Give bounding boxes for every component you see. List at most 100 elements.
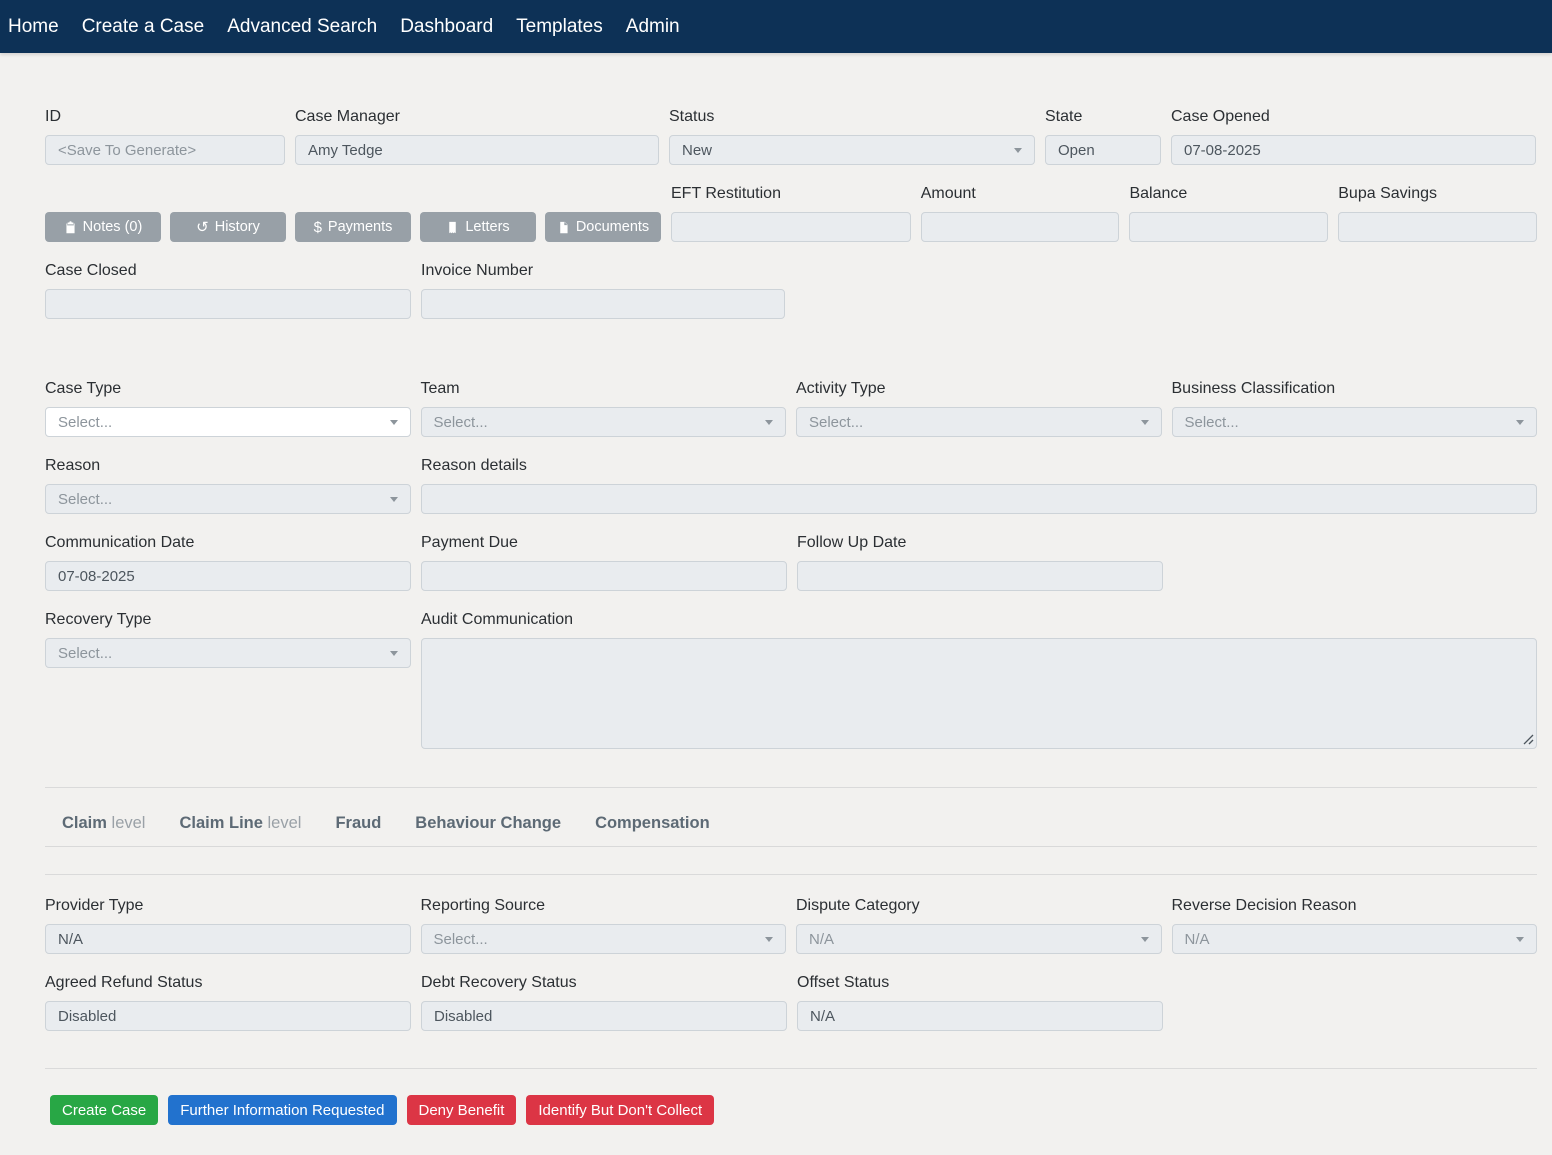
letters-button-label: Letters [465, 219, 509, 235]
deny-benefit-button[interactable]: Deny Benefit [407, 1095, 517, 1125]
history-button[interactable]: ↺ History [170, 212, 286, 242]
field-case-manager: Case Manager [295, 108, 659, 165]
activity-type-label: Activity Type [796, 380, 1162, 398]
letters-button[interactable]: Letters [420, 212, 536, 242]
invoice-number-input[interactable] [421, 289, 785, 319]
tab-claim-level[interactable]: Claim level [62, 814, 145, 833]
team-select[interactable]: Select... [421, 407, 787, 437]
identify-but-dont-collect-button[interactable]: Identify But Don't Collect [526, 1095, 714, 1125]
reason-details-label: Reason details [421, 457, 1537, 475]
history-icon: ↺ [196, 220, 209, 235]
id-input[interactable] [45, 135, 285, 165]
chevron-down-icon [390, 420, 398, 425]
case-type-label: Case Type [45, 380, 411, 398]
payment-due-input[interactable] [421, 561, 787, 591]
amount-input[interactable] [921, 212, 1120, 242]
reporting-source-select[interactable]: Select... [421, 924, 787, 954]
activity-type-select[interactable]: Select... [796, 407, 1162, 437]
case-opened-input[interactable] [1171, 135, 1536, 165]
case-closed-input[interactable] [45, 289, 411, 319]
case-manager-label: Case Manager [295, 108, 659, 126]
bupa-savings-label: Bupa Savings [1338, 185, 1537, 203]
offset-status-input[interactable] [797, 1001, 1163, 1031]
provider-type-input[interactable] [45, 924, 411, 954]
recovery-type-select[interactable]: Select... [45, 638, 411, 668]
case-toolbar: Notes (0) ↺ History $ Payments Letters D… [45, 212, 661, 242]
chevron-down-icon [1014, 148, 1022, 153]
receipt-icon [446, 221, 459, 234]
communication-date-input[interactable] [45, 561, 411, 591]
divider [45, 874, 1537, 875]
dispute-category-select[interactable]: N/A [796, 924, 1162, 954]
tab-claim-line-level[interactable]: Claim Line level [179, 814, 301, 833]
claim-row-1: Provider Type Reporting Source Select...… [45, 897, 1537, 954]
reverse-decision-reason-select[interactable]: N/A [1172, 924, 1538, 954]
status-value: New [682, 142, 712, 159]
document-icon [557, 221, 570, 234]
reason-select[interactable]: Select... [45, 484, 411, 514]
payments-button[interactable]: $ Payments [295, 212, 411, 242]
id-label: ID [45, 108, 285, 126]
payment-due-label: Payment Due [421, 534, 787, 552]
status-select[interactable]: New [669, 135, 1035, 165]
case-closed-label: Case Closed [45, 262, 411, 280]
team-value: Select... [434, 414, 488, 431]
eft-restitution-label: EFT Restitution [671, 185, 911, 203]
nav-item-admin[interactable]: Admin [626, 16, 680, 38]
bupa-savings-input[interactable] [1338, 212, 1537, 242]
business-classification-select[interactable]: Select... [1172, 407, 1538, 437]
eft-restitution-input[interactable] [671, 212, 911, 242]
documents-button[interactable]: Documents [545, 212, 661, 242]
details-row-1: Case Type Select... Team Select... Activ… [45, 380, 1537, 437]
balance-input[interactable] [1129, 212, 1328, 242]
agreed-refund-status-input[interactable] [45, 1001, 411, 1031]
follow-up-date-input[interactable] [797, 561, 1163, 591]
field-dispute-category: Dispute Category N/A [796, 897, 1162, 954]
nav-item-create-a-case[interactable]: Create a Case [82, 16, 205, 38]
communication-date-label: Communication Date [45, 534, 411, 552]
tab-behaviour-change[interactable]: Behaviour Change [415, 814, 561, 833]
divider [45, 1068, 1537, 1069]
field-follow-up-date: Follow Up Date [797, 534, 1163, 591]
tab-compensation[interactable]: Compensation [595, 814, 710, 833]
details-row-4: Recovery Type Select... Audit Communicat… [45, 611, 1537, 749]
field-amount: Amount [921, 185, 1120, 242]
dispute-category-value: N/A [809, 931, 834, 948]
state-input[interactable] [1045, 135, 1161, 165]
audit-communication-label: Audit Communication [421, 611, 1537, 629]
tab-fraud[interactable]: Fraud [335, 814, 381, 833]
field-id: ID [45, 108, 285, 165]
audit-communication-textarea[interactable] [421, 638, 1537, 749]
case-manager-input[interactable] [295, 135, 659, 165]
create-case-button[interactable]: Create Case [50, 1095, 158, 1125]
agreed-refund-status-label: Agreed Refund Status [45, 974, 411, 992]
tab-behaviour-change-label: Behaviour Change [415, 814, 561, 832]
header-row-1: ID Case Manager Status New State Case Op… [45, 108, 1537, 165]
chevron-down-icon [1516, 420, 1524, 425]
nav-item-advanced-search[interactable]: Advanced Search [227, 16, 377, 38]
notes-button[interactable]: Notes (0) [45, 212, 161, 242]
field-agreed-refund-status: Agreed Refund Status [45, 974, 411, 1031]
field-case-opened: Case Opened [1171, 108, 1536, 165]
reverse-decision-reason-value: N/A [1185, 931, 1210, 948]
chevron-down-icon [1516, 937, 1524, 942]
nav-item-home[interactable]: Home [8, 16, 59, 38]
nav-item-templates[interactable]: Templates [516, 16, 603, 38]
reporting-source-label: Reporting Source [421, 897, 787, 915]
case-type-select[interactable]: Select... [45, 407, 411, 437]
history-button-label: History [215, 219, 260, 235]
field-debt-recovery-status: Debt Recovery Status [421, 974, 787, 1031]
case-opened-label: Case Opened [1171, 108, 1536, 126]
tab-compensation-label: Compensation [595, 814, 710, 832]
tab-claim-line-level-strong: Claim Line [179, 814, 262, 832]
reason-details-input[interactable] [421, 484, 1537, 514]
further-information-requested-button[interactable]: Further Information Requested [168, 1095, 396, 1125]
activity-type-value: Select... [809, 414, 863, 431]
field-reverse-decision-reason: Reverse Decision Reason N/A [1172, 897, 1538, 954]
recovery-type-label: Recovery Type [45, 611, 411, 629]
field-reason-details: Reason details [421, 457, 1537, 514]
nav-item-dashboard[interactable]: Dashboard [400, 16, 493, 38]
chevron-down-icon [390, 497, 398, 502]
debt-recovery-status-input[interactable] [421, 1001, 787, 1031]
chevron-down-icon [765, 420, 773, 425]
